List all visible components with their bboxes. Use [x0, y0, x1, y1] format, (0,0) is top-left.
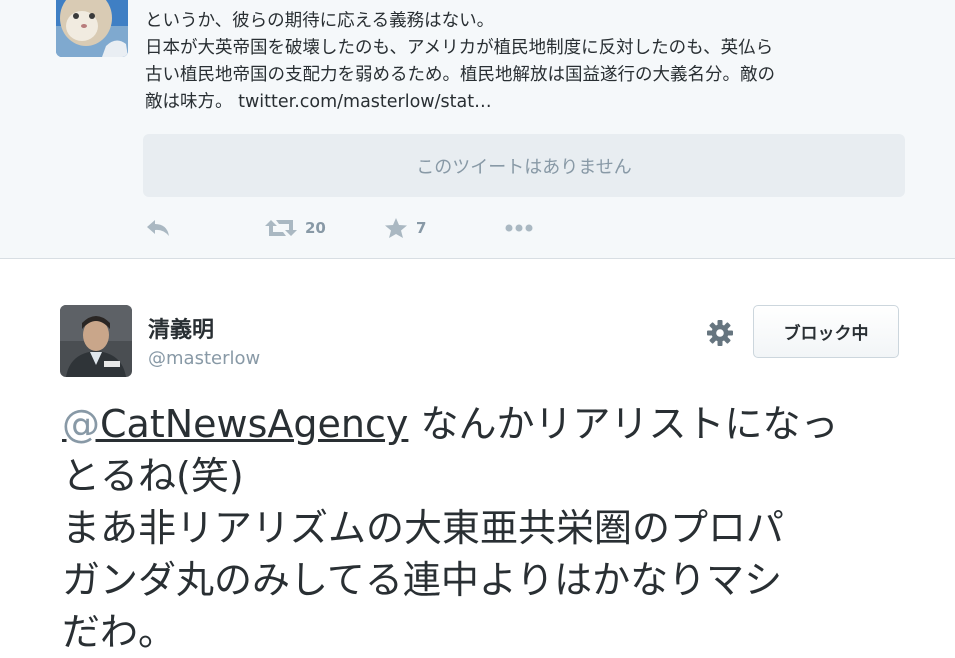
author-avatar[interactable]: [60, 305, 132, 377]
parent-tweet: というか、彼らの期待に応える義務はない。 日本が大英帝国を破壊したのも、アメリカ…: [0, 0, 955, 259]
parent-tweet-line: 敵は味方。 twitter.com/masterlow/stat…: [145, 89, 915, 116]
tweet-text-line: ガンダ丸のみしてる連中よりはかなりマシ: [62, 558, 783, 602]
reply-icon: [145, 218, 171, 238]
quoted-tweet-unavailable: このツイートはありません: [143, 134, 905, 197]
tweet-text-line: まあ非リアリズムの大東亜共栄圏のプロパ: [62, 506, 785, 550]
blocked-button-label: ブロック中: [783, 324, 869, 344]
favorite-button[interactable]: 7: [384, 210, 426, 246]
tweet-actions: 20 7: [0, 210, 955, 246]
retweet-icon: [265, 218, 297, 238]
more-dots-icon: [505, 223, 533, 233]
mention-at: @: [62, 402, 100, 446]
parent-tweet-line: というか、彼らの期待に応える義務はない。: [145, 11, 495, 31]
blocked-button[interactable]: ブロック中: [753, 305, 899, 358]
gear-icon: [706, 319, 734, 351]
quoted-tweet-unavailable-text: このツイートはありません: [416, 156, 632, 178]
author-display-name[interactable]: 清義明: [148, 312, 214, 344]
mention-link[interactable]: @CatNewsAgency: [62, 402, 408, 446]
tweet-text-line: @CatNewsAgency なんかリアリストになっ: [62, 398, 922, 450]
parent-tweet-text: というか、彼らの期待に応える義務はない。 日本が大英帝国を破壊したのも、アメリカ…: [145, 8, 915, 116]
parent-tweet-line-text: 敵は味方。: [145, 92, 233, 112]
tweet-text-segment: なんかリアリストになっ: [408, 402, 839, 446]
retweet-button[interactable]: 20: [265, 210, 326, 246]
parent-tweet-line: 古い植民地帝国の支配力を弱めるため。植民地解放は国益遂行の大義名分。敵の: [145, 65, 775, 85]
favorite-count: 7: [416, 219, 427, 237]
retweet-count: 20: [305, 219, 326, 237]
tweet-text-line: とるね(笑): [62, 454, 244, 498]
mention-name: CatNewsAgency: [100, 402, 409, 446]
reply-button[interactable]: [145, 210, 171, 246]
tweet-text-line: だわ。: [62, 610, 177, 654]
parent-author-avatar[interactable]: [56, 0, 128, 57]
tweet-text: @CatNewsAgency なんかリアリストになっ とるね(笑) まあ非リアリ…: [62, 398, 922, 658]
parent-tweet-line: 日本が大英帝国を破壊したのも、アメリカが植民地制度に反対したのも、英仏ら: [145, 38, 774, 58]
tweet-link[interactable]: twitter.com/masterlow/stat…: [238, 92, 492, 112]
author-screen-name[interactable]: @masterlow: [148, 348, 260, 369]
star-icon: [384, 217, 408, 239]
more-button[interactable]: [505, 210, 533, 246]
settings-button[interactable]: [704, 319, 736, 351]
